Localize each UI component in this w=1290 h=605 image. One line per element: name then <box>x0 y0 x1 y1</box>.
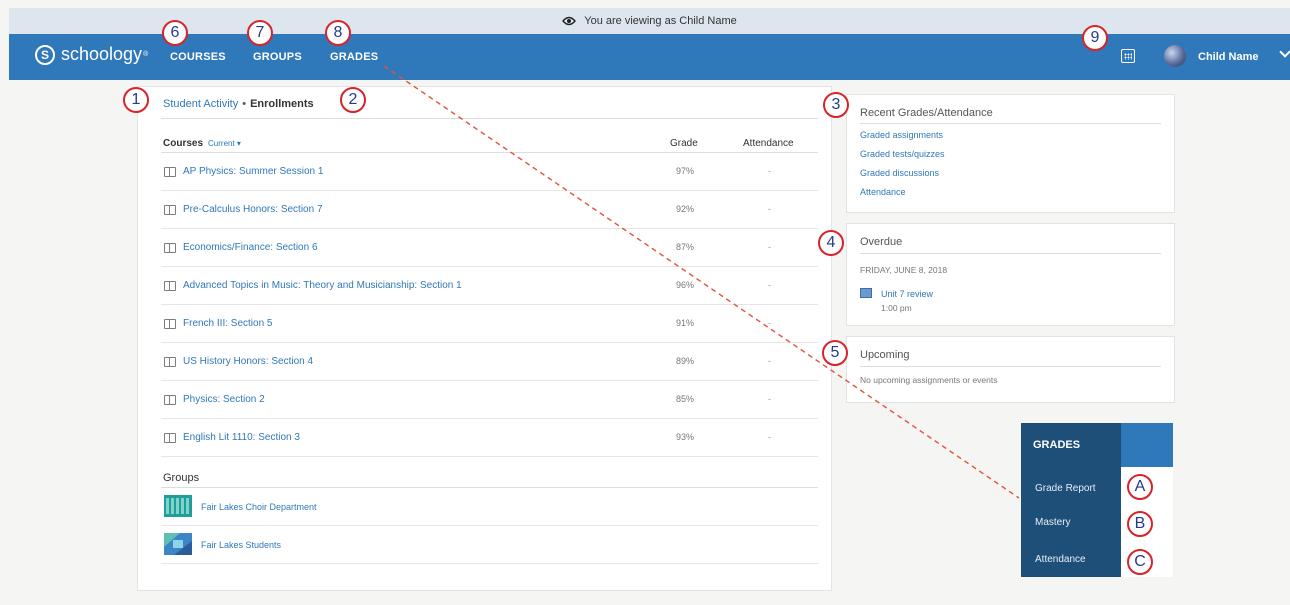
callout-badge-6: 6 <box>162 20 188 46</box>
callout-badge-7: 7 <box>247 20 273 46</box>
callout-badge-c: C <box>1127 549 1153 575</box>
callout-badge-5: 5 <box>822 340 848 366</box>
callout-badge-2: 2 <box>340 87 366 113</box>
callout-badge-b: B <box>1127 511 1153 537</box>
callout-badge-9: 9 <box>1082 25 1108 51</box>
callout-badge-a: A <box>1127 474 1153 500</box>
callout-badge-1: 1 <box>123 87 149 113</box>
callout-badge-4: 4 <box>818 230 844 256</box>
callout-badge-8: 8 <box>325 20 351 46</box>
callout-badge-3: 3 <box>823 92 849 118</box>
annotation-arrow-line <box>383 65 1020 499</box>
